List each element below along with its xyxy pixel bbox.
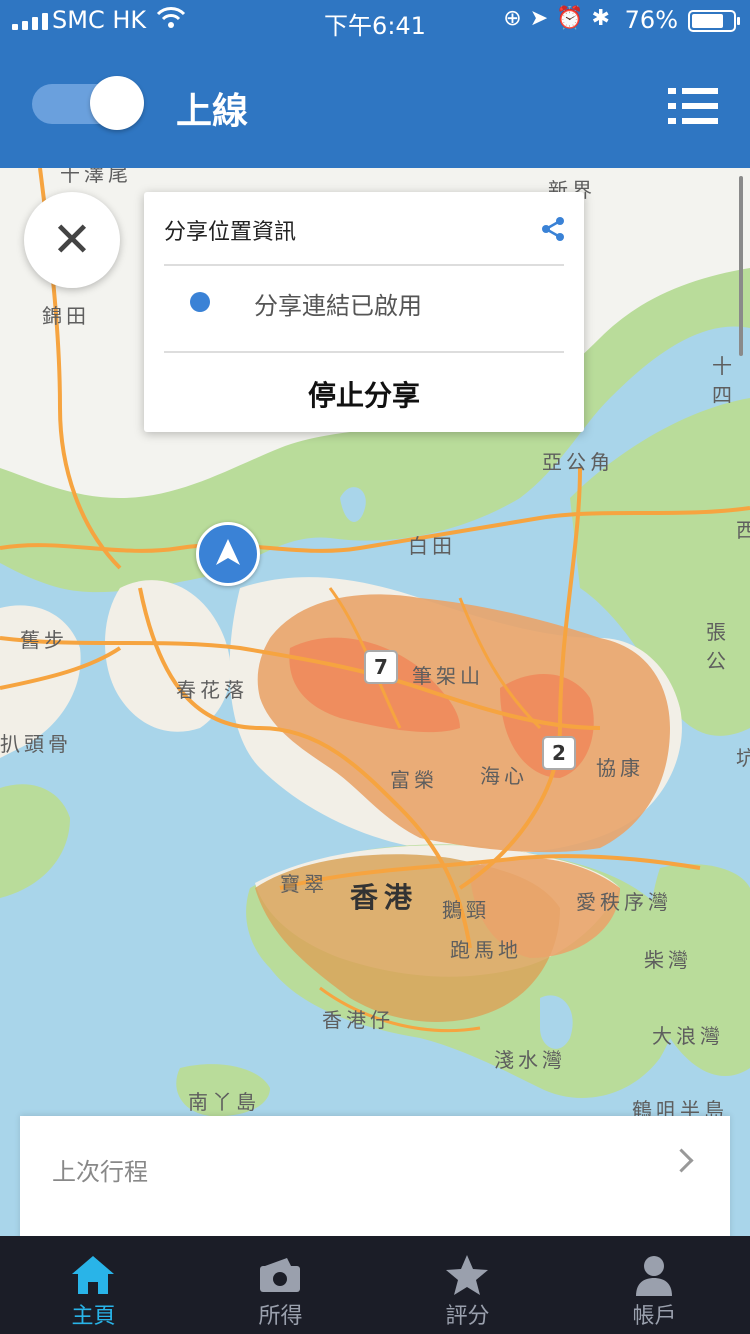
tab-home[interactable]: 主頁 (0, 1236, 187, 1334)
map-label: 扒頭骨 (0, 732, 72, 756)
map-label: 千澤尾 (60, 168, 132, 186)
share-icon[interactable] (540, 216, 566, 246)
online-toggle[interactable] (32, 76, 144, 130)
map-label: 大浪灣 (652, 1024, 724, 1048)
map-label: 寶翠 (280, 872, 328, 896)
map-label: 香港 (350, 881, 419, 914)
popup-title: 分享位置資訊 (164, 220, 297, 245)
status-bar: SMC HK 下午6:41 ⊕➤⏰✱ 76% (0, 0, 750, 40)
map-label: 十四 (712, 354, 736, 407)
share-status-text: 分享連結已啟用 (254, 292, 422, 320)
map-label: 亞公角 (542, 450, 614, 474)
map-label: 淺水灣 (494, 1048, 566, 1072)
status-dot-icon (190, 292, 210, 312)
map-label: 春花落 (176, 678, 248, 702)
map-label: 錦田 (42, 304, 90, 328)
online-status-title: 上線 (176, 91, 249, 132)
divider (164, 351, 564, 353)
map-label: 坑 (736, 742, 750, 771)
map-label: 協康 (596, 756, 644, 780)
share-location-popup: 分享位置資訊 分享連結已啟用 停止分享 (144, 192, 584, 432)
stop-sharing-button[interactable]: 停止分享 (144, 374, 584, 414)
map-label: 海心 (480, 764, 528, 788)
tab-account[interactable]: 帳戶 (561, 1236, 748, 1334)
map-label: 南丫島 (188, 1090, 260, 1114)
person-icon (636, 1256, 672, 1296)
tab-rating[interactable]: 評分 (374, 1236, 561, 1334)
app-header: SMC HK 下午6:41 ⊕➤⏰✱ 76% 上線 (0, 0, 750, 168)
battery-icon (688, 10, 740, 32)
map-label: 西 (736, 514, 750, 543)
last-trip-card[interactable]: 上次行程 (20, 1116, 730, 1246)
navigation-arrow-icon (196, 522, 260, 586)
tab-bar: 主頁 所得 評分 帳戶 (0, 1236, 750, 1334)
tab-earnings[interactable]: 所得 (187, 1236, 374, 1334)
list-menu-icon[interactable] (668, 88, 718, 124)
tab-label: 主頁 (71, 1304, 116, 1329)
close-icon[interactable]: ✕ (24, 192, 120, 288)
divider (164, 264, 564, 266)
tab-label: 所得 (258, 1304, 303, 1329)
home-icon (72, 1256, 114, 1294)
map-label: 柴灣 (644, 948, 692, 972)
tab-label: 帳戶 (632, 1304, 677, 1329)
map-label: 舊步 (20, 628, 68, 652)
route-badge: 7 (364, 650, 398, 684)
map-label: 筆架山 (412, 664, 484, 688)
map-label: 鵝頸 (442, 898, 490, 922)
status-icons: ⊕➤⏰✱ (503, 6, 618, 31)
wallet-icon (260, 1258, 300, 1292)
map-label: 愛秩序灣 (576, 890, 672, 914)
route-badge: 2 (542, 736, 576, 770)
tab-label: 評分 (445, 1304, 490, 1329)
star-icon (446, 1255, 488, 1295)
map-label: 香港仔 (322, 1008, 394, 1032)
map-label: 富榮 (390, 768, 438, 792)
battery-percent: 76% (624, 6, 678, 34)
chevron-right-icon (669, 1148, 694, 1173)
last-trip-label: 上次行程 (52, 1158, 148, 1186)
map-label: 張公 (706, 620, 730, 673)
map-label: 跑馬地 (450, 938, 522, 962)
map-label: 白田 (408, 534, 456, 558)
